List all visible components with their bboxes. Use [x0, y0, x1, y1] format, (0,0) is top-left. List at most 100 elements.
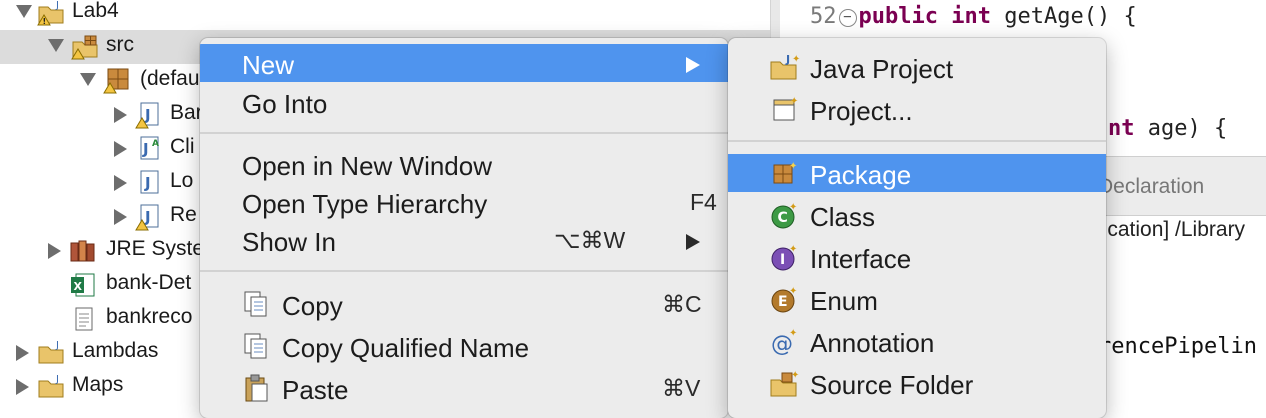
keyword-public: public [858, 4, 938, 29]
menu-item-new[interactable]: New [200, 44, 728, 82]
expanded-chevron-icon[interactable] [48, 39, 64, 52]
submenu-item-interface[interactable]: I ✦ Interface [728, 238, 1106, 276]
keyword-fragment: nt [1108, 116, 1135, 141]
collapsed-chevron-icon[interactable] [114, 107, 127, 123]
package-icon [103, 68, 129, 94]
submenu-item-project[interactable]: ✦ Project... [728, 90, 1106, 128]
svg-text:J: J [142, 140, 149, 158]
submenu-item-annotation[interactable]: @ ✦ Annotation [728, 322, 1106, 360]
menu-item-open-in-new-window[interactable]: Open in New Window [200, 145, 728, 183]
menu-item-label: Go Into [242, 89, 328, 119]
interface-icon: I ✦ [771, 244, 797, 271]
tree-item-label: (defau [140, 67, 200, 90]
menu-item-label: Source Folder [810, 370, 974, 400]
svg-text:!: ! [43, 17, 47, 26]
menu-item-go-into[interactable]: Go Into [200, 83, 728, 121]
tree-item-label: JRE Syste [106, 237, 205, 260]
svg-text:✦: ✦ [792, 54, 800, 65]
keyword-int: int [951, 4, 991, 29]
svg-text:A: A [152, 139, 159, 149]
java-project-icon: J ! [37, 0, 64, 26]
tree-item-label: Bar [170, 101, 203, 124]
new-submenu: J ✦ Java Project ✦ Project... ✦ Package … [728, 38, 1106, 418]
menu-item-label: Paste [282, 375, 349, 405]
project-icon: ✦ [773, 96, 798, 121]
shortcut-label: F4 [690, 189, 717, 215]
text-file-icon [75, 307, 93, 331]
tree-item-label: Re [170, 203, 197, 226]
enum-icon: E ✦ [771, 286, 797, 313]
svg-text:✦: ✦ [790, 96, 798, 107]
paste-icon [245, 374, 268, 402]
menu-item-label: New [242, 50, 295, 80]
svg-text:J: J [144, 208, 151, 226]
menu-item-label: Project... [810, 96, 913, 126]
shortcut-label: ⌥⌘W [554, 227, 626, 253]
menu-item-label: Enum [810, 286, 878, 316]
svg-text:J: J [144, 106, 151, 124]
menu-item-open-type-hierarchy[interactable]: Open Type Hierarchy F4 [200, 183, 728, 221]
menu-item-label: Open Type Hierarchy [242, 189, 488, 219]
java-project-icon: J ✦ [770, 53, 800, 80]
submenu-item-java-project[interactable]: J ✦ Java Project [728, 48, 1106, 86]
source-folder-icon [71, 35, 98, 60]
copy-qualified-icon [244, 333, 267, 359]
menu-item-label: Java Project [810, 54, 954, 84]
tree-item-lab4[interactable]: J ! Lab4 [0, 0, 770, 30]
expanded-chevron-icon[interactable] [80, 73, 96, 86]
java-file-icon: J [135, 204, 159, 231]
class-icon: C ✦ [771, 202, 797, 229]
submenu-item-source-folder[interactable]: ✦ Source Folder [728, 364, 1106, 402]
submenu-arrow-icon [686, 234, 700, 250]
console-code-fragment: rencePipelin [1098, 334, 1257, 359]
collapsed-chevron-icon[interactable] [48, 243, 61, 259]
java-file-icon: J [140, 170, 159, 194]
svg-text:J: J [144, 174, 151, 192]
svg-text:✦: ✦ [789, 286, 797, 297]
svg-text:✦: ✦ [789, 161, 797, 172]
submenu-item-enum[interactable]: E ✦ Enum [728, 280, 1106, 318]
copy-icon [244, 291, 267, 317]
menu-item-copy[interactable]: Copy ⌘C [200, 285, 728, 323]
submenu-item-package[interactable]: ✦ Package [728, 154, 1106, 192]
shortcut-label: ⌘V [662, 375, 701, 401]
annotation-icon: @ ✦ [771, 328, 797, 356]
java-project-icon: J [38, 374, 64, 398]
menu-item-show-in[interactable]: Show In ⌥⌘W [200, 221, 728, 259]
tab-declaration[interactable]: Declaration [1098, 175, 1204, 199]
context-menu: New Go Into Open in New Window Open Type… [200, 38, 728, 418]
collapsed-chevron-icon[interactable] [16, 379, 29, 395]
java-file-icon: J [135, 102, 159, 129]
tree-item-label: Lambdas [72, 339, 159, 362]
tree-item-label: Lo [170, 169, 194, 192]
svg-text:E: E [778, 294, 788, 310]
library-icon [70, 240, 95, 262]
submenu-arrow-icon [686, 57, 700, 73]
excel-icon: X [71, 273, 95, 297]
expanded-chevron-icon[interactable] [16, 5, 32, 18]
svg-text:I: I [780, 252, 785, 268]
package-icon: ✦ [773, 161, 797, 184]
tree-item-label: bankreco [106, 305, 193, 328]
console-header-text: lication] /Library [1098, 218, 1246, 241]
code-line-getage: 52− public int getAge() { [810, 4, 1137, 29]
svg-text:J: J [55, 374, 59, 385]
line-number: 52 [810, 4, 837, 29]
code-line-partial: nt age) { [1108, 116, 1227, 141]
menu-separator [200, 132, 728, 134]
collapsed-chevron-icon[interactable] [114, 141, 127, 157]
shortcut-label: ⌘C [662, 291, 702, 317]
fold-minus-icon[interactable]: − [838, 9, 857, 27]
svg-text:X: X [74, 280, 83, 293]
svg-text:✦: ✦ [789, 202, 797, 213]
menu-item-label: Show In [242, 227, 336, 257]
menu-item-paste[interactable]: Paste ⌘V [200, 369, 728, 407]
collapsed-chevron-icon[interactable] [16, 345, 29, 361]
method-signature: getAge() { [1004, 4, 1137, 29]
collapsed-chevron-icon[interactable] [114, 175, 127, 191]
collapsed-chevron-icon[interactable] [114, 209, 127, 225]
submenu-item-class[interactable]: C ✦ Class [728, 196, 1106, 234]
menu-separator [728, 140, 1106, 142]
svg-text:✦: ✦ [789, 244, 797, 255]
menu-item-copy-qualified-name[interactable]: Copy Qualified Name [200, 327, 728, 365]
